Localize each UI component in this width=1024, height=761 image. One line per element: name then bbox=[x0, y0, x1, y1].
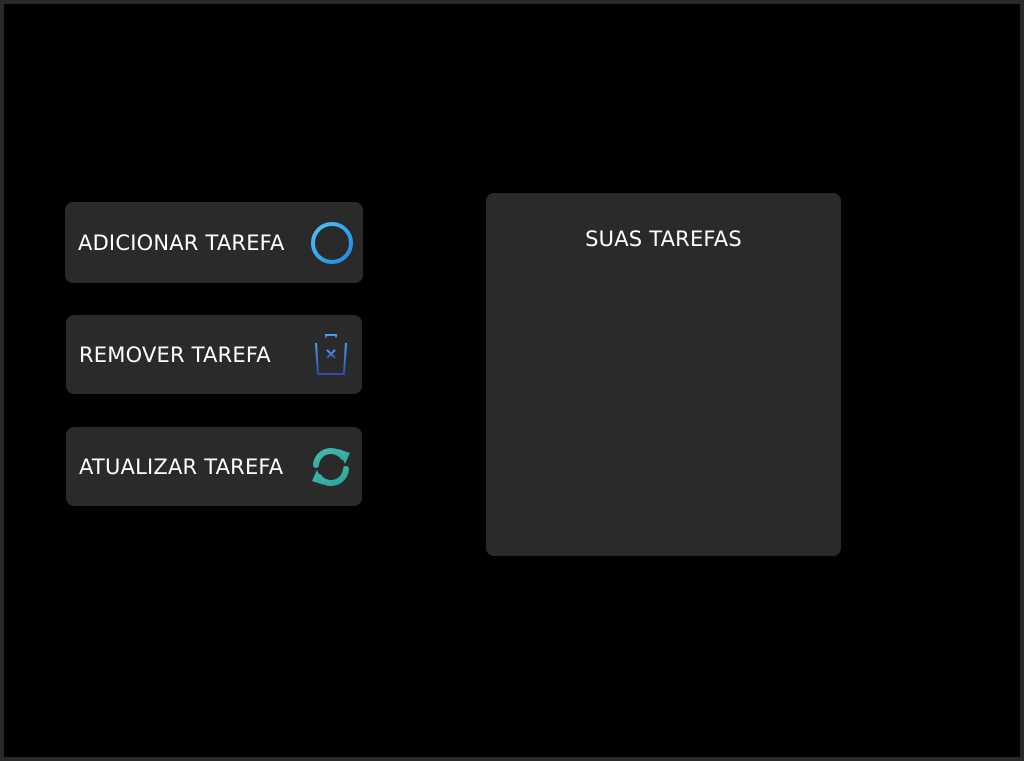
tasks-panel: SUAS TAREFAS bbox=[486, 193, 841, 556]
update-task-label: ATUALIZAR TAREFA bbox=[79, 454, 284, 479]
remove-task-label: REMOVER TAREFA bbox=[79, 342, 271, 367]
tasks-panel-title: SUAS TAREFAS bbox=[585, 227, 742, 251]
trash-icon bbox=[310, 333, 352, 377]
app-window: ADICIONAR TAREFA REMOVER TAREFA ATUALIZA… bbox=[4, 4, 1020, 757]
update-task-button[interactable]: ATUALIZAR TAREFA bbox=[66, 427, 362, 506]
plus-circle-icon bbox=[309, 220, 355, 266]
refresh-icon bbox=[308, 444, 354, 490]
add-task-label: ADICIONAR TAREFA bbox=[78, 230, 285, 255]
add-task-button[interactable]: ADICIONAR TAREFA bbox=[65, 202, 363, 283]
remove-task-button[interactable]: REMOVER TAREFA bbox=[66, 315, 362, 394]
